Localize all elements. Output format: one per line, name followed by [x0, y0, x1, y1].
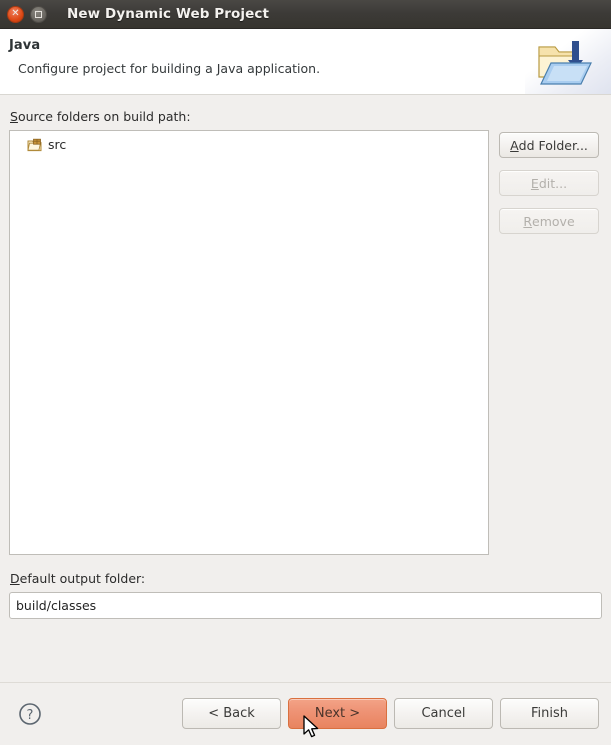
- page-description: Configure project for building a Java ap…: [18, 61, 321, 76]
- finish-button[interactable]: Finish: [500, 697, 599, 729]
- dialog-footer: ? < Back Next > Cancel Finish: [0, 682, 611, 744]
- maximize-icon[interactable]: [30, 5, 47, 23]
- dialog-window: ✕ New Dynamic Web Project Java Configure…: [0, 0, 611, 744]
- output-folder-input[interactable]: [9, 592, 602, 619]
- wizard-buttons: < Back Next > Cancel Finish: [182, 697, 599, 729]
- edit-button: Edit...: [499, 170, 599, 196]
- add-folder-label: dd Folder...: [518, 137, 588, 153]
- source-folders-row: src Add Folder... Edit... Remove: [9, 130, 602, 555]
- java-source-folder-icon: [27, 138, 42, 152]
- svg-text:?: ?: [27, 708, 34, 723]
- edit-mnemonic: E: [530, 175, 539, 191]
- source-folder-actions: Add Folder... Edit... Remove: [499, 130, 599, 234]
- source-folders-label: Source folders on build path:: [10, 109, 602, 124]
- maximize-glyph: [35, 10, 42, 18]
- output-folder-label-mnemonic: D: [10, 571, 20, 586]
- list-item-label: src: [48, 136, 67, 152]
- close-icon[interactable]: ✕: [7, 5, 24, 23]
- close-glyph: ✕: [11, 8, 20, 19]
- remove-mnemonic: R: [523, 213, 533, 229]
- source-folders-list[interactable]: src: [9, 130, 489, 555]
- list-item[interactable]: src: [10, 135, 488, 155]
- page-title: Java: [9, 38, 41, 53]
- title-bar: ✕ New Dynamic Web Project: [0, 0, 611, 29]
- output-folder-label: Default output folder:: [10, 571, 602, 586]
- dialog-body: Source folders on build path: src A dd F…: [0, 95, 611, 682]
- add-folder-button[interactable]: Add Folder...: [499, 132, 599, 158]
- banner: [525, 29, 611, 94]
- remove-button: Remove: [499, 208, 599, 234]
- help-question-icon[interactable]: ?: [18, 702, 42, 730]
- remove-label: emove: [532, 213, 575, 229]
- output-folder-label-rest: efault output folder:: [19, 571, 146, 586]
- source-folders-label-rest: ource folders on build path:: [17, 109, 191, 124]
- wizard-header: Java Configure project for building a Ja…: [0, 29, 611, 95]
- source-folders-label-mnemonic: S: [10, 109, 18, 124]
- edit-label: dit...: [538, 175, 568, 191]
- next-button[interactable]: Next >: [288, 697, 387, 729]
- window-title: New Dynamic Web Project: [67, 6, 270, 22]
- cancel-button[interactable]: Cancel: [394, 697, 493, 729]
- back-button[interactable]: < Back: [182, 697, 281, 729]
- add-folder-mnemonic: A: [510, 137, 519, 153]
